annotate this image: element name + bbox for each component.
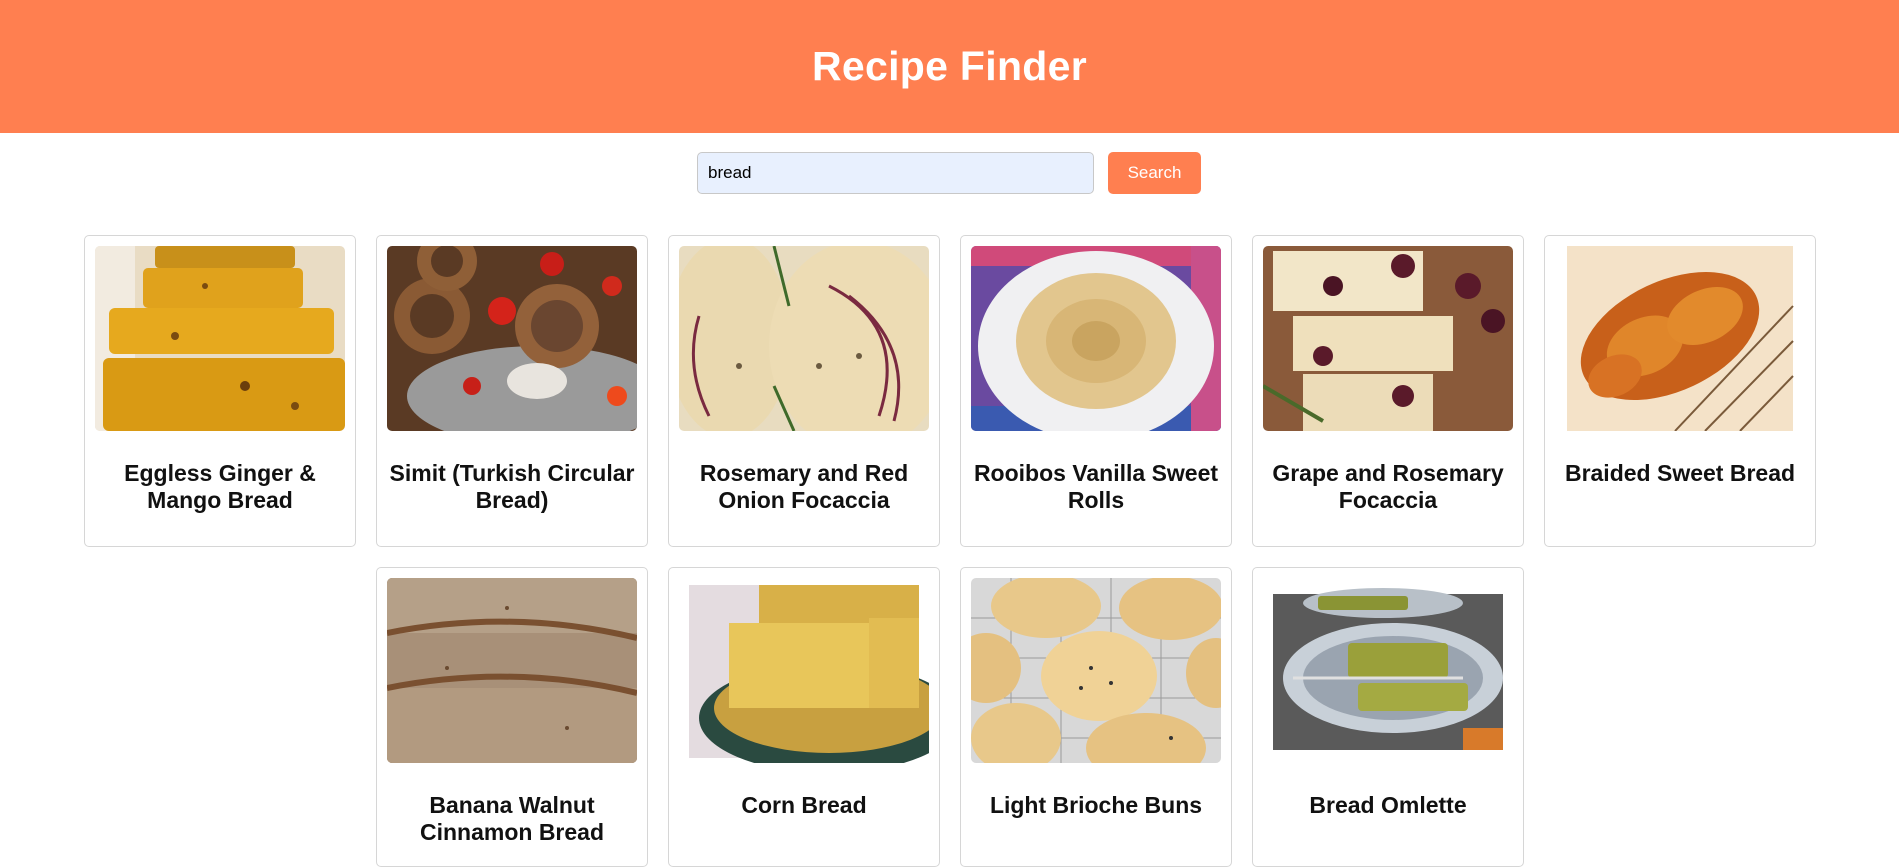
recipe-image[interactable] — [679, 246, 929, 431]
recipe-title[interactable]: Rooibos Vanilla Sweet Rolls — [969, 460, 1223, 514]
recipe-title[interactable]: Simit (Turkish Circular Bread) — [385, 460, 639, 514]
recipe-card[interactable]: Banana Walnut Cinnamon Bread — [376, 567, 648, 867]
recipe-title[interactable]: Corn Bread — [677, 792, 931, 819]
recipe-title[interactable]: Braided Sweet Bread — [1553, 460, 1807, 487]
recipe-image[interactable] — [679, 578, 929, 763]
search-input[interactable] — [697, 152, 1094, 194]
recipe-title[interactable]: Eggless Ginger & Mango Bread — [93, 460, 347, 514]
recipe-card[interactable]: Bread Omlette — [1252, 567, 1524, 867]
recipe-image[interactable] — [1263, 246, 1513, 431]
recipe-image[interactable] — [971, 578, 1221, 763]
recipe-image[interactable] — [387, 578, 637, 763]
recipe-card[interactable]: Rosemary and Red Onion Focaccia — [668, 235, 940, 547]
search-bar: Search — [697, 152, 1201, 195]
recipe-card[interactable]: Corn Bread — [668, 567, 940, 867]
recipe-title[interactable]: Bread Omlette — [1261, 792, 1515, 819]
recipe-image[interactable] — [971, 246, 1221, 431]
recipe-card[interactable]: Grape and Rosemary Focaccia — [1252, 235, 1524, 547]
page-title: Recipe Finder — [811, 43, 1088, 89]
recipe-card[interactable]: Braided Sweet Bread — [1544, 235, 1816, 547]
search-button[interactable]: Search — [1108, 152, 1201, 194]
recipe-card[interactable]: Simit (Turkish Circular Bread) — [376, 235, 648, 547]
recipe-card[interactable]: Light Brioche Buns — [960, 567, 1232, 867]
recipe-image[interactable] — [387, 246, 637, 431]
recipe-image[interactable] — [1263, 578, 1513, 763]
recipe-title[interactable]: Light Brioche Buns — [969, 792, 1223, 819]
recipe-title[interactable]: Rosemary and Red Onion Focaccia — [677, 460, 931, 514]
recipe-image[interactable] — [1555, 246, 1805, 431]
recipe-image[interactable] — [95, 246, 345, 431]
recipe-title[interactable]: Banana Walnut Cinnamon Bread — [385, 792, 639, 846]
app-header: Recipe Finder — [0, 0, 1899, 133]
recipe-card[interactable]: Eggless Ginger & Mango Bread — [84, 235, 356, 547]
recipe-title[interactable]: Grape and Rosemary Focaccia — [1261, 460, 1515, 514]
recipe-card[interactable]: Rooibos Vanilla Sweet Rolls — [960, 235, 1232, 547]
